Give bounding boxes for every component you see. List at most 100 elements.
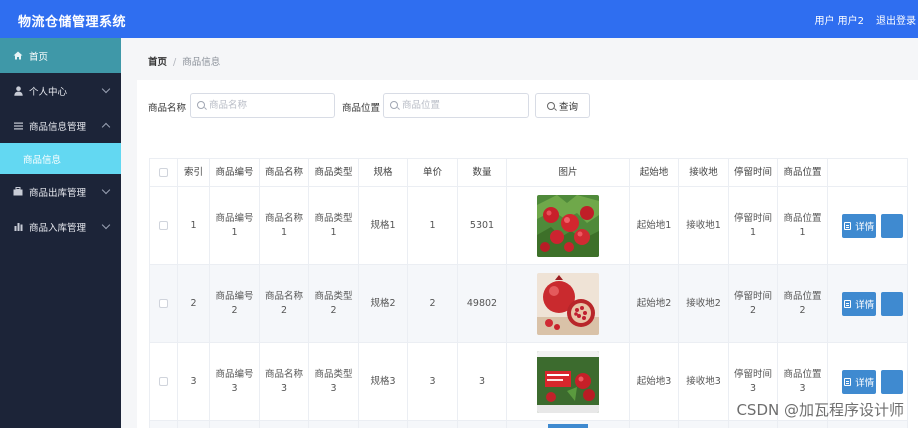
sidebar-item-product-info-mgmt[interactable]: 商品信息管理 xyxy=(0,108,121,143)
query-button-label: 查询 xyxy=(558,101,578,113)
row-checkbox[interactable] xyxy=(159,376,168,386)
cell-origin: 起始地2 xyxy=(629,264,679,343)
cell-spec: 规格2 xyxy=(358,264,408,343)
detail-button[interactable]: 详情 xyxy=(842,213,877,238)
cell-name: 商品名称2 xyxy=(259,264,309,343)
query-button[interactable]: 查询 xyxy=(535,93,590,118)
sidebar-item-label: 个人中心 xyxy=(29,86,68,98)
sidebar-item-label: 商品入库管理 xyxy=(29,222,87,234)
actions-header xyxy=(827,158,908,187)
breadcrumb-current: 商品信息 xyxy=(182,57,221,68)
cell-price: 3 xyxy=(407,342,458,421)
cell-origin: 起始地1 xyxy=(629,186,679,265)
column-header: 索引 xyxy=(177,158,210,187)
document-icon xyxy=(844,221,852,230)
product-name-label: 商品名称 xyxy=(148,103,187,114)
cell-origin: 起始地3 xyxy=(629,342,679,421)
document-icon xyxy=(844,377,852,386)
row-checkbox[interactable] xyxy=(159,220,168,230)
top-right-links: 用户 用户2 退出登录 xyxy=(814,12,916,27)
cell-image xyxy=(506,420,630,428)
cell-image xyxy=(506,186,630,265)
cell-index: 2 xyxy=(177,264,210,343)
sidebar-item-home[interactable]: 首页 xyxy=(0,38,121,73)
sidebar-item-label: 首页 xyxy=(29,51,49,63)
pomegranate-poster-image xyxy=(537,350,599,413)
breadcrumb-bar: 首页 / 商品信息 xyxy=(121,38,918,80)
table-header-row: 索引 商品编号 商品名称 商品类型 规格 单价 数量 图片 起始地 接收地 停留… xyxy=(149,158,908,187)
row-select-cell[interactable] xyxy=(149,264,178,343)
pomegranate-cut-image xyxy=(537,272,599,335)
cell-index: 1 xyxy=(177,186,210,265)
edit-button[interactable] xyxy=(881,369,903,394)
edit-button[interactable] xyxy=(881,213,903,238)
pomegranate-tree-image xyxy=(537,194,599,257)
edit-button[interactable] xyxy=(881,291,903,316)
cell-location: 商品位置2 xyxy=(777,264,828,343)
column-header: 数量 xyxy=(457,158,507,187)
cell-quantity: 3 xyxy=(457,342,507,421)
detail-button[interactable]: 详情 xyxy=(842,291,877,316)
cell-price: 1 xyxy=(407,186,458,265)
image-partial xyxy=(548,424,588,428)
cell-actions: 详情 xyxy=(827,186,908,265)
watermark: CSDN @加瓦程序设计师 xyxy=(736,401,904,419)
cell-stay-time: 停留时间2 xyxy=(728,264,778,343)
home-icon xyxy=(12,51,24,60)
product-table: 索引 商品编号 商品名称 商品类型 规格 单价 数量 图片 起始地 接收地 停留… xyxy=(149,158,908,428)
logout-link[interactable]: 退出登录 xyxy=(876,12,916,27)
product-name-input[interactable] xyxy=(190,93,335,118)
detail-button-label: 详情 xyxy=(855,299,875,311)
column-header: 商品编号 xyxy=(209,158,260,187)
cell-type: 商品类型2 xyxy=(308,264,359,343)
detail-button-label: 详情 xyxy=(855,377,875,389)
cell-spec: 规格3 xyxy=(358,342,408,421)
chevron-down-icon xyxy=(101,84,111,94)
cell-stay-time: 停留时间1 xyxy=(728,186,778,265)
row-select-cell[interactable] xyxy=(149,186,178,265)
sidebar-item-outbound-mgmt[interactable]: 商品出库管理 xyxy=(0,174,121,209)
column-header: 商品名称 xyxy=(259,158,309,187)
document-icon xyxy=(844,299,852,308)
menu-icon xyxy=(12,122,24,130)
cell-name: 商品名称1 xyxy=(259,186,309,265)
search-icon xyxy=(546,101,555,110)
sidebar-item-personal-center[interactable]: 个人中心 xyxy=(0,73,121,108)
cell-quantity: 5301 xyxy=(457,186,507,265)
sidebar-subitem-product-info[interactable]: 商品信息 xyxy=(0,143,121,174)
user-menu-link[interactable]: 用户 用户2 xyxy=(814,12,864,27)
cell-code: 商品编号2 xyxy=(209,264,260,343)
cell-code: 商品编号3 xyxy=(209,342,260,421)
cell-image xyxy=(506,264,630,343)
detail-button[interactable]: 详情 xyxy=(842,369,877,394)
cell-index: 3 xyxy=(177,342,210,421)
product-location-label: 商品位置 xyxy=(342,103,381,114)
column-header: 图片 xyxy=(506,158,630,187)
sidebar-item-label: 商品信息管理 xyxy=(29,121,87,133)
breadcrumb-home[interactable]: 首页 xyxy=(148,57,167,68)
cell-quantity: 49802 xyxy=(457,264,507,343)
app-title: 物流仓储管理系统 xyxy=(18,15,127,30)
detail-button-label: 详情 xyxy=(855,221,875,233)
row-checkbox[interactable] xyxy=(159,298,168,308)
product-location-input[interactable] xyxy=(383,93,529,118)
briefcase-icon xyxy=(12,187,24,196)
bar-chart-icon xyxy=(12,222,24,231)
cell-price: 2 xyxy=(407,264,458,343)
select-all-cell[interactable] xyxy=(149,158,178,187)
sidebar-item-label: 商品出库管理 xyxy=(29,187,87,199)
cell-location: 商品位置1 xyxy=(777,186,828,265)
column-header: 商品类型 xyxy=(308,158,359,187)
table-row xyxy=(149,420,908,428)
chevron-down-icon xyxy=(101,220,111,230)
main-panel: 商品名称 商品位置 查询 索引 商品编号 商品名称 商品类型 规格 单价 xyxy=(137,80,918,428)
row-select-cell[interactable] xyxy=(149,342,178,421)
column-header: 单价 xyxy=(407,158,458,187)
cell-type: 商品类型3 xyxy=(308,342,359,421)
sidebar: 首页 个人中心 商品信息管理 商品信息 商品出库管理 商品入库管理 xyxy=(0,38,121,428)
column-header: 商品位置 xyxy=(777,158,828,187)
select-all-checkbox[interactable] xyxy=(159,167,168,177)
user-icon xyxy=(12,85,24,96)
cell-code: 商品编号1 xyxy=(209,186,260,265)
sidebar-item-inbound-mgmt[interactable]: 商品入库管理 xyxy=(0,209,121,244)
